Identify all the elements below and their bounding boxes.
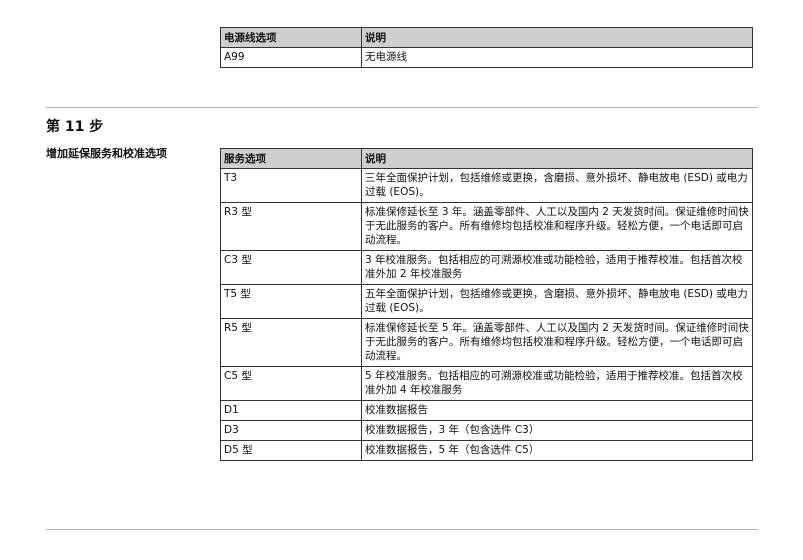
column-header: 说明 bbox=[361, 148, 753, 169]
option-code: C3 型 bbox=[220, 250, 362, 285]
divider bbox=[46, 529, 758, 530]
option-code: R5 型 bbox=[220, 318, 362, 367]
option-description: 3 年校准服务。包括相应的可溯源校准或功能检验，适用于推荐校准。包括首次校准外加… bbox=[361, 250, 753, 285]
table-row: R3 型 标准保修延长至 3 年。涵盖零部件、人工以及国内 2 天发货时间。保证… bbox=[220, 202, 753, 251]
table-header-row: 电源线选项 说明 bbox=[220, 27, 753, 48]
option-description: 校准数据报告，3 年（包含选件 C3） bbox=[361, 420, 753, 441]
column-header: 说明 bbox=[361, 27, 753, 48]
power-cord-options-table: 电源线选项 说明 A99 无电源线 bbox=[220, 27, 753, 68]
section-label: 增加延保服务和校准选项 bbox=[46, 147, 167, 160]
option-code: C5 型 bbox=[220, 366, 362, 401]
service-options-table: 服务选项 说明 T3 三年全面保护计划，包括维修或更换，含磨损、意外损坏、静电放… bbox=[220, 148, 753, 461]
option-code: D5 型 bbox=[220, 440, 362, 461]
option-description: 标准保修延长至 3 年。涵盖零部件、人工以及国内 2 天发货时间。保证维修时间快… bbox=[361, 202, 753, 251]
step-heading: 第 11 步 bbox=[46, 119, 104, 135]
table-row: T5 型 五年全面保护计划，包括维修或更换，含磨损、意外损坏、静电放电 (ESD… bbox=[220, 284, 753, 319]
table-row: R5 型 标准保修延长至 5 年。涵盖零部件、人工以及国内 2 天发货时间。保证… bbox=[220, 318, 753, 367]
option-description: 校准数据报告 bbox=[361, 400, 753, 421]
option-description: 5 年校准服务。包括相应的可溯源校准或功能检验，适用于推荐校准。包括首次校准外加… bbox=[361, 366, 753, 401]
table-row: D3 校准数据报告，3 年（包含选件 C3） bbox=[220, 420, 753, 441]
option-code: D1 bbox=[220, 400, 362, 421]
option-description: 标准保修延长至 5 年。涵盖零部件、人工以及国内 2 天发货时间。保证维修时间快… bbox=[361, 318, 753, 367]
table-row: A99 无电源线 bbox=[220, 47, 753, 68]
table-row: D1 校准数据报告 bbox=[220, 400, 753, 421]
column-header: 电源线选项 bbox=[220, 27, 362, 48]
option-description: 校准数据报告，5 年（包含选件 C5） bbox=[361, 440, 753, 461]
option-description: 无电源线 bbox=[361, 47, 753, 68]
option-code: R3 型 bbox=[220, 202, 362, 251]
divider bbox=[46, 107, 758, 108]
option-description: 五年全面保护计划，包括维修或更换，含磨损、意外损坏、静电放电 (ESD) 或电力… bbox=[361, 284, 753, 319]
option-code: T3 bbox=[220, 168, 362, 203]
option-code: D3 bbox=[220, 420, 362, 441]
table-row: T3 三年全面保护计划，包括维修或更换，含磨损、意外损坏、静电放电 (ESD) … bbox=[220, 168, 753, 203]
column-header: 服务选项 bbox=[220, 148, 362, 169]
option-code: A99 bbox=[220, 47, 362, 68]
table-row: C5 型 5 年校准服务。包括相应的可溯源校准或功能检验，适用于推荐校准。包括首… bbox=[220, 366, 753, 401]
option-code: T5 型 bbox=[220, 284, 362, 319]
table-header-row: 服务选项 说明 bbox=[220, 148, 753, 169]
option-description: 三年全面保护计划，包括维修或更换，含磨损、意外损坏、静电放电 (ESD) 或电力… bbox=[361, 168, 753, 203]
table-row: C3 型 3 年校准服务。包括相应的可溯源校准或功能检验，适用于推荐校准。包括首… bbox=[220, 250, 753, 285]
table-row: D5 型 校准数据报告，5 年（包含选件 C5） bbox=[220, 440, 753, 461]
